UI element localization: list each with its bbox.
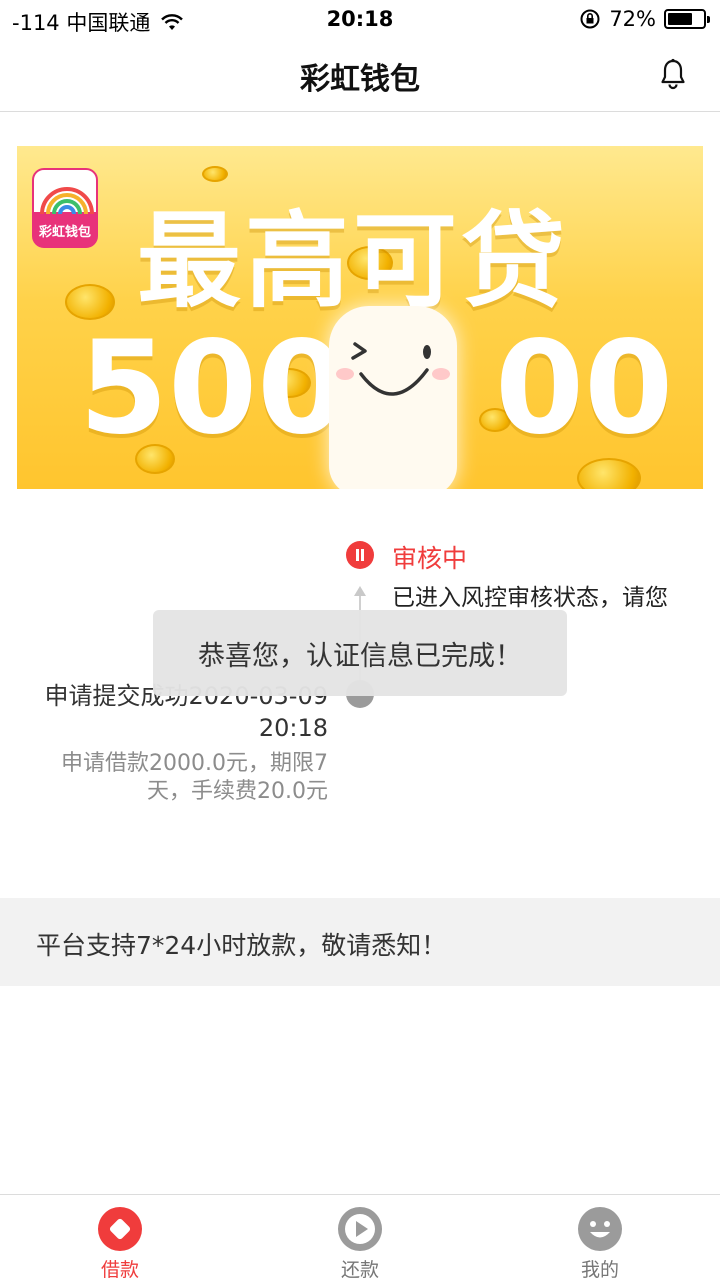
tab-label: 我的: [580, 1259, 619, 1280]
play-icon: [338, 1207, 382, 1251]
nav-bar: 彩虹钱包: [0, 40, 720, 112]
rainbow-icon: [40, 187, 94, 215]
tab-repay[interactable]: 还款: [240, 1195, 480, 1280]
toast-message: 恭喜您，认证信息已完成！: [153, 610, 567, 696]
submit-description: 申请借款2000.0元，期限7天，手续费20.0元: [61, 751, 328, 804]
status-description: 已进入风控审核状态，请您: [392, 585, 668, 611]
battery-percent: 72%: [609, 7, 656, 31]
tab-bar: 借款 还款 我的: [0, 1194, 720, 1280]
banner-amount-right: 00: [495, 314, 674, 463]
banner-headline: 最高可贷: [137, 200, 570, 322]
mascot-image: [329, 306, 457, 489]
logo-text: 彩虹钱包: [38, 225, 91, 240]
tab-mine[interactable]: 我的: [480, 1195, 720, 1280]
rotation-lock-icon: [580, 9, 600, 29]
battery-icon: [664, 9, 710, 29]
app-logo: 彩虹钱包: [32, 168, 98, 248]
toast-text: 恭喜您，认证信息已完成！: [198, 640, 522, 672]
status-bar: -114 中国联通 20:18 72%: [0, 0, 720, 40]
promo-banner[interactable]: 彩虹钱包 最高可贷 500 00: [17, 146, 703, 489]
bell-icon[interactable]: [660, 58, 686, 90]
smile-icon: [578, 1207, 622, 1251]
tab-borrow[interactable]: 借款: [0, 1195, 240, 1280]
status-title: 审核中: [392, 544, 468, 573]
timeline-arrow-icon: [354, 586, 366, 596]
tab-label: 还款: [340, 1259, 379, 1280]
mascot-face: [336, 342, 450, 396]
borrow-icon: [98, 1207, 142, 1251]
notice-strip: 平台支持7*24小时放款，敬请悉知！: [0, 898, 720, 986]
banner-amount-left: 500: [79, 314, 347, 463]
page-title: 彩虹钱包: [300, 62, 420, 97]
pause-status-icon: [346, 541, 374, 569]
notice-text: 平台支持7*24小时放款，敬请悉知！: [36, 931, 447, 960]
tab-label: 借款: [100, 1259, 139, 1280]
